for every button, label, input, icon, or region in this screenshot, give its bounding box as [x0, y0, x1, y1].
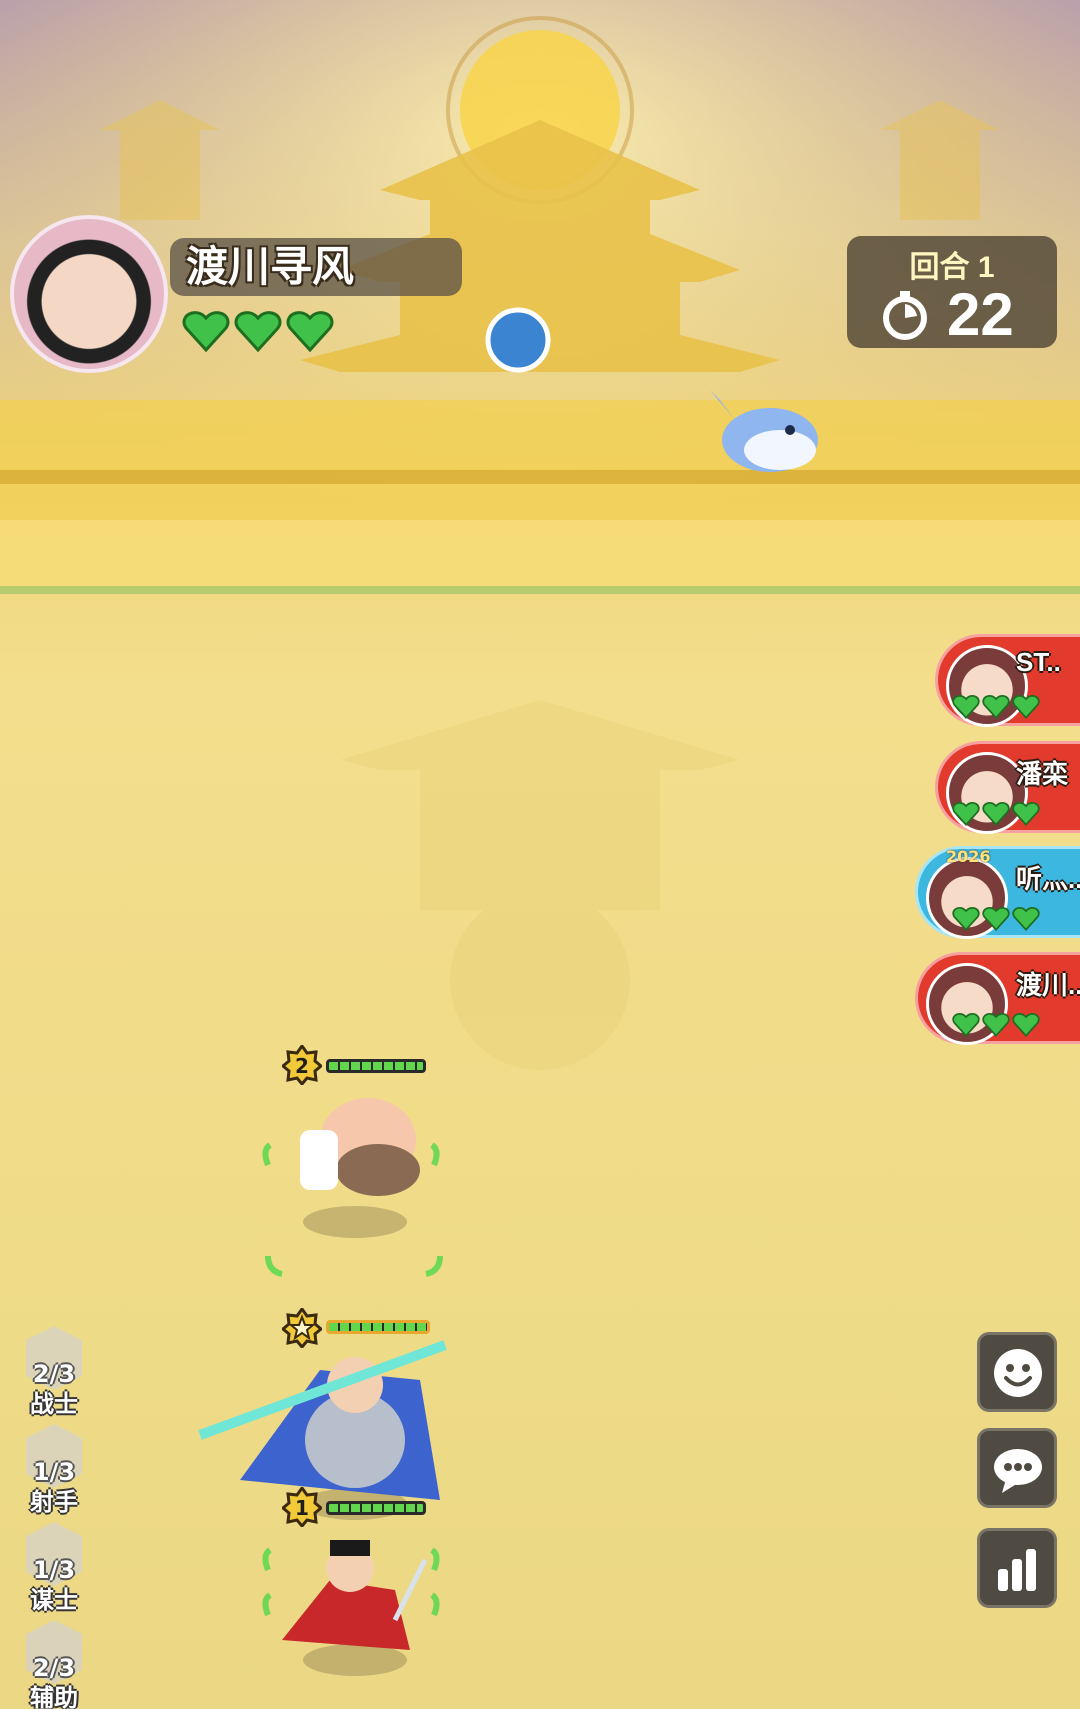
- opponent-lives: [952, 693, 1040, 719]
- unit-figure-1: [300, 1098, 420, 1196]
- class-badge-strategist[interactable]: 1/3 谋士: [22, 1522, 86, 1614]
- unit-level: 2: [295, 1054, 309, 1078]
- heart-icon: [952, 1013, 980, 1037]
- player-name: 渡川寻风: [170, 238, 462, 296]
- unit-hp-bar: [326, 1501, 426, 1515]
- unit-level-badge: 2: [282, 1045, 322, 1085]
- unit-hp-bar: [326, 1059, 426, 1073]
- player-lives: [182, 308, 334, 352]
- opponent-name: 渡川..: [1016, 970, 1080, 1000]
- unit-hp-bar: [326, 1320, 430, 1334]
- heart-icon: [952, 695, 980, 719]
- opponent-name: 潘栾: [1016, 759, 1069, 789]
- opponent-name: ST..: [1016, 647, 1061, 677]
- player-avatar[interactable]: [10, 215, 168, 373]
- bar-chart-icon: [998, 1549, 1036, 1591]
- opponent-lives: [952, 800, 1040, 826]
- timer-value: 22: [947, 281, 1014, 348]
- heart-icon: [982, 1013, 1010, 1037]
- opponent-card[interactable]: 潘栾: [935, 741, 1080, 834]
- opponent-card[interactable]: ST..: [935, 634, 1080, 727]
- chat-button[interactable]: [977, 1428, 1057, 1508]
- opponent-card[interactable]: 渡川..: [915, 952, 1080, 1045]
- heart-icon: [1012, 907, 1040, 931]
- smiley-icon: [994, 1349, 1042, 1397]
- opponent-lives: [952, 1011, 1040, 1037]
- heart-icon: [234, 311, 282, 352]
- class-badge-warrior[interactable]: 2/3 战士: [22, 1326, 86, 1418]
- game-scene: 渡川寻风 回合 1 22 ST.. 潘栾 2026 听灬.. 渡川.. 2 1 …: [0, 0, 1080, 1709]
- heart-icon: [182, 311, 230, 352]
- opponent-name: 听灬..: [1016, 864, 1080, 894]
- class-name: 辅助: [30, 1684, 78, 1709]
- stats-button[interactable]: [977, 1528, 1057, 1608]
- class-name: 射手: [30, 1488, 78, 1516]
- stopwatch-icon: [883, 291, 927, 340]
- chat-bubble-icon: [994, 1449, 1042, 1493]
- unit-level: 1: [295, 1496, 309, 1520]
- heart-icon: [1012, 802, 1040, 826]
- class-badge-support[interactable]: 2/3 辅助: [22, 1620, 86, 1709]
- heart-icon: [952, 907, 980, 931]
- heart-icon: [982, 907, 1010, 931]
- class-name: 战士: [30, 1390, 78, 1418]
- unit-level-badge: 1: [282, 1487, 322, 1527]
- heart-icon: [1012, 1013, 1040, 1037]
- unit-figure-3: [282, 1540, 428, 1650]
- class-name: 谋士: [30, 1586, 78, 1614]
- round-timer-panel: 回合 1 22: [847, 236, 1057, 348]
- unit-figure-2: [198, 1340, 447, 1500]
- emoji-button[interactable]: [977, 1332, 1057, 1412]
- opponent-card-highlighted[interactable]: 2026 听灬..: [915, 846, 1080, 939]
- heart-icon: [982, 802, 1010, 826]
- heart-icon: [1012, 695, 1040, 719]
- opponent-lives: [952, 905, 1040, 931]
- star-level-badge: [282, 1308, 322, 1348]
- heart-icon: [286, 311, 334, 352]
- class-badge-archer[interactable]: 1/3 射手: [22, 1424, 86, 1516]
- opponent-badge: 2026: [946, 847, 991, 866]
- heart-icon: [952, 802, 980, 826]
- heart-icon: [982, 695, 1010, 719]
